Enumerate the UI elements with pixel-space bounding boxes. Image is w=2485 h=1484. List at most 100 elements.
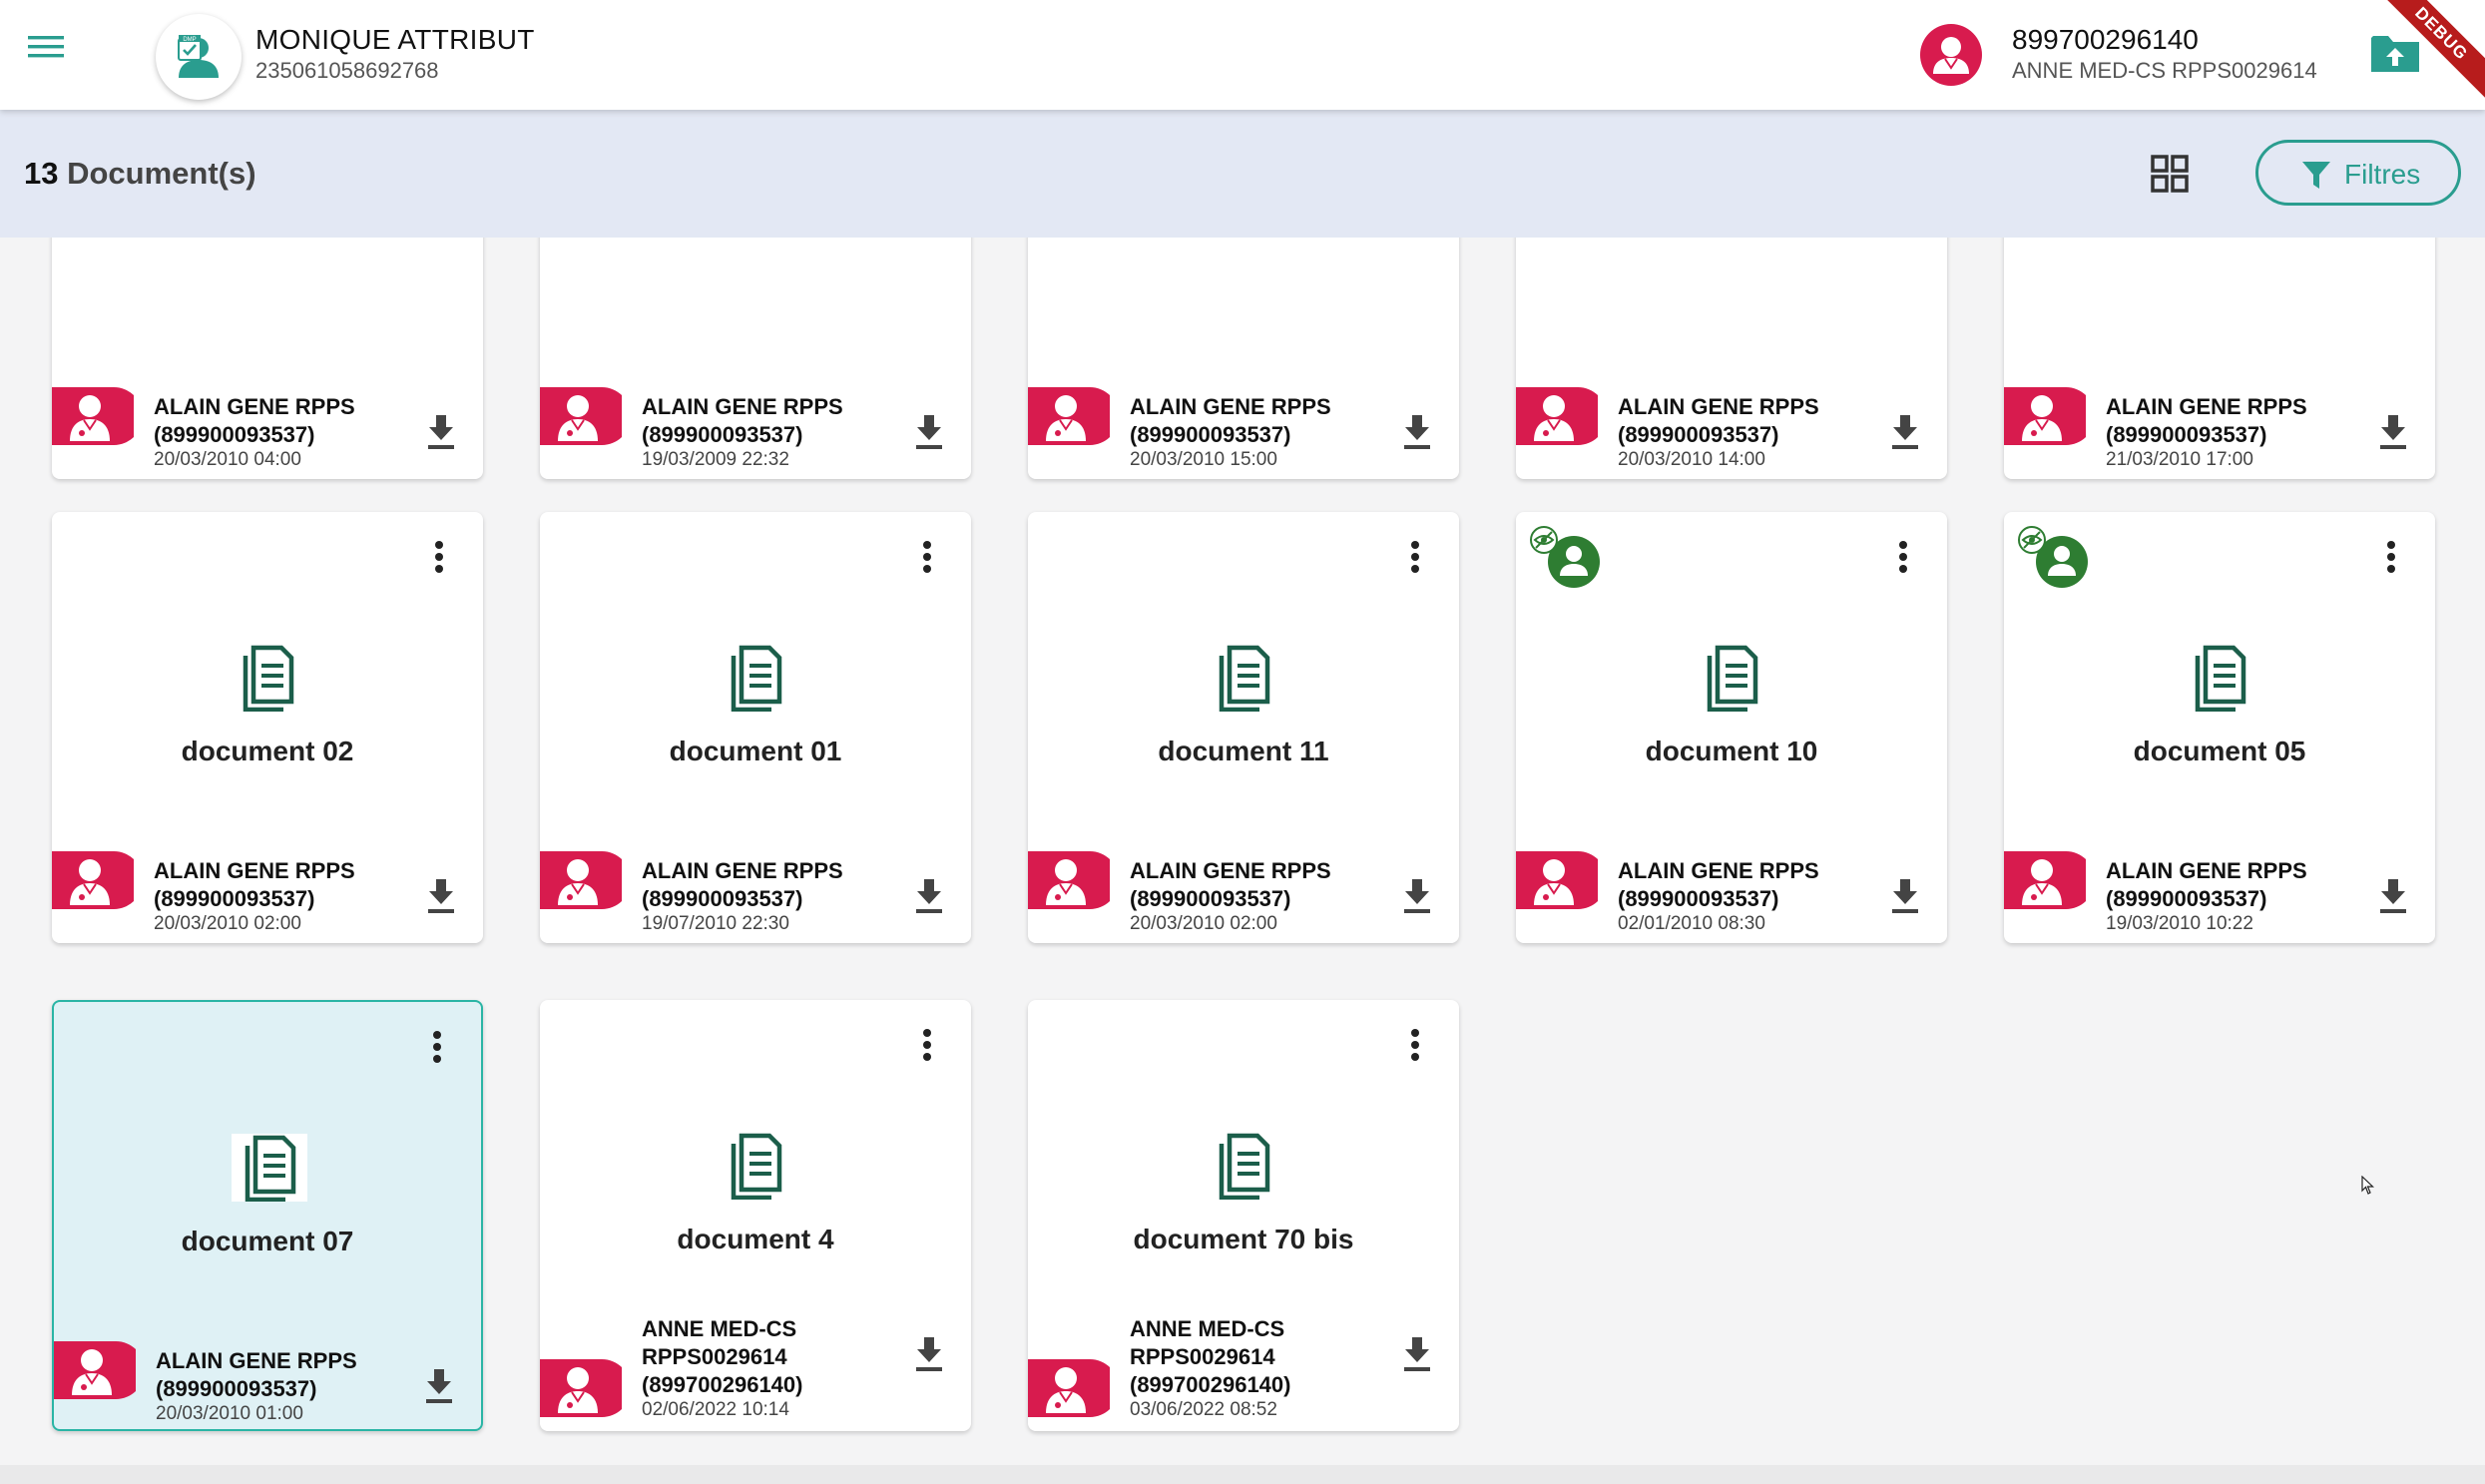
patient-id: 235061058692768 bbox=[255, 58, 439, 83]
download-icon[interactable] bbox=[913, 877, 945, 915]
scroll-area-bottom bbox=[0, 1465, 2485, 1484]
doctor-icon bbox=[2004, 387, 2095, 445]
more-options-icon[interactable] bbox=[915, 538, 939, 582]
author-line: (899900093537) bbox=[156, 1376, 317, 1401]
author-line: (899900093537) bbox=[1130, 886, 1291, 911]
doctor-icon bbox=[540, 851, 631, 909]
document-card[interactable]: document 10 ALAIN GENE RPPS (899900093537)… bbox=[1516, 512, 1947, 943]
document-card[interactable]: document 12ALAIN GENE RPPS(899900093537)… bbox=[52, 238, 483, 479]
doctor-icon bbox=[1516, 387, 1607, 445]
author-line: ALAIN GENE RPPS bbox=[2106, 858, 2307, 883]
author-line: (899700296140) bbox=[1130, 1372, 1291, 1397]
document-card[interactable]: document 24ALAIN GENE RPPS(899900093537)… bbox=[1028, 238, 1459, 479]
author-line: ALAIN GENE RPPS bbox=[154, 858, 355, 883]
author-line: ANNE MED-CS bbox=[1130, 1316, 1285, 1341]
download-icon[interactable] bbox=[2377, 413, 2409, 451]
patient-name: MONIQUE ATTRIBUT bbox=[255, 24, 535, 55]
more-options-icon[interactable] bbox=[1403, 538, 1427, 582]
download-icon[interactable] bbox=[1401, 413, 1433, 451]
masked-from-patient-icon bbox=[1530, 526, 1606, 590]
more-options-icon[interactable] bbox=[427, 538, 451, 582]
app-bar: DMP MONIQUE ATTRIBUT 235061058692768 899… bbox=[0, 0, 2485, 110]
document-card[interactable]: document 70ALAIN GENE RPPS(899900093537)… bbox=[1516, 238, 1947, 479]
document-title: document 02 bbox=[181, 736, 354, 766]
download-icon[interactable] bbox=[1889, 877, 1921, 915]
document-card[interactable]: document 01 ALAIN GENE RPPS (899900093537)… bbox=[540, 512, 971, 943]
menu-icon[interactable] bbox=[26, 30, 86, 82]
dmp-badge-icon: DMP bbox=[178, 35, 202, 61]
document-date: 20/03/2010 01:00 bbox=[156, 1403, 303, 1424]
document-card[interactable]: document 07 ALAIN GENE RPPS (899900093537)… bbox=[52, 1000, 483, 1431]
document-author: ALAIN GENE RPPS (899900093537) 20/03/2010 … bbox=[156, 1347, 357, 1425]
document-author: ALAIN GENE RPPS (899900093537) 19/03/2010 … bbox=[2106, 857, 2307, 935]
document-icon bbox=[1216, 644, 1271, 713]
author-line: RPPS0029614 bbox=[642, 1344, 787, 1369]
author-line: (899900093537) bbox=[2106, 886, 2267, 911]
document-card[interactable]: document 05 ALAIN GENE RPPS (899900093537)… bbox=[2004, 512, 2435, 943]
document-author: ALAIN GENE RPPS (899900093537) 20/03/2010 … bbox=[1130, 393, 1331, 471]
author-line: ALAIN GENE RPPS bbox=[1130, 858, 1331, 883]
document-icon bbox=[728, 1132, 783, 1201]
doctor-icon bbox=[2004, 851, 2095, 909]
author-line: (899900093537) bbox=[1130, 422, 1291, 447]
document-date: 20/03/2010 14:00 bbox=[1618, 449, 1765, 470]
professional-name: ANNE MED-CS RPPS0029614 bbox=[2012, 58, 2317, 83]
author-line: ALAIN GENE RPPS bbox=[154, 394, 355, 419]
author-line: (899900093537) bbox=[1618, 886, 1779, 911]
author-line: ALAIN GENE RPPS bbox=[1130, 394, 1331, 419]
grid-view-icon[interactable] bbox=[2150, 154, 2190, 194]
professional-avatar[interactable] bbox=[1920, 24, 1982, 86]
document-title: document 05 bbox=[2133, 736, 2306, 766]
doctor-icon bbox=[1028, 851, 1119, 909]
document-date: 20/03/2010 02:00 bbox=[154, 913, 301, 934]
more-options-icon[interactable] bbox=[425, 1028, 449, 1072]
document-date: 02/01/2010 08:30 bbox=[1618, 913, 1765, 934]
doctor-icon bbox=[540, 1359, 631, 1417]
download-icon[interactable] bbox=[425, 877, 457, 915]
doctor-icon bbox=[1028, 1359, 1119, 1417]
document-author: ALAIN GENE RPPS (899900093537) 02/01/2010 … bbox=[1618, 857, 1819, 935]
document-title: document 01 bbox=[669, 736, 842, 766]
document-card[interactable]: document 4 ANNE MED-CS RPPS0029614 (8997002… bbox=[540, 1000, 971, 1431]
document-card[interactable]: document 11 ALAIN GENE RPPS (899900093537)… bbox=[1028, 512, 1459, 943]
download-icon[interactable] bbox=[423, 1367, 455, 1405]
download-icon[interactable] bbox=[1889, 413, 1921, 451]
document-date: 03/06/2022 08:52 bbox=[1130, 1399, 1277, 1420]
document-title: document 10 bbox=[1645, 736, 1818, 766]
download-icon[interactable] bbox=[1401, 1335, 1433, 1373]
document-count-label: Document(s) bbox=[67, 156, 256, 191]
author-line: RPPS0029614 bbox=[1130, 1344, 1275, 1369]
document-date: 19/07/2010 22:30 bbox=[642, 913, 789, 934]
download-icon[interactable] bbox=[2377, 877, 2409, 915]
download-icon[interactable] bbox=[1401, 877, 1433, 915]
document-date: 21/03/2010 17:00 bbox=[2106, 449, 2253, 470]
upload-folder-icon[interactable] bbox=[2369, 32, 2421, 78]
patient-avatar[interactable]: DMP bbox=[156, 14, 242, 100]
author-line: (899700296140) bbox=[642, 1372, 803, 1397]
filter-label: Filtres bbox=[2344, 159, 2421, 190]
document-card[interactable]: document 02 ALAIN GENE RPPS (899900093537)… bbox=[52, 512, 483, 943]
document-icon bbox=[2192, 644, 2247, 713]
filter-button[interactable]: Filtres bbox=[2255, 140, 2461, 206]
documents-grid: document 12ALAIN GENE RPPS(899900093537)… bbox=[0, 238, 2485, 1484]
more-options-icon[interactable] bbox=[1891, 538, 1915, 582]
document-author: ALAIN GENE RPPS (899900093537) 19/03/2009 … bbox=[642, 393, 843, 471]
download-icon[interactable] bbox=[913, 413, 945, 451]
more-options-icon[interactable] bbox=[915, 1026, 939, 1070]
document-card[interactable]: document 14ALAIN GENE RPPS(899900093537)… bbox=[540, 238, 971, 479]
more-options-icon[interactable] bbox=[1403, 1026, 1427, 1070]
author-line: (899900093537) bbox=[154, 886, 315, 911]
document-date: 19/03/2009 22:32 bbox=[642, 449, 789, 470]
document-author: ALAIN GENE RPPS (899900093537) 20/03/2010 … bbox=[1130, 857, 1331, 935]
author-line: ALAIN GENE RPPS bbox=[642, 394, 843, 419]
document-count-value: 13 bbox=[24, 156, 59, 191]
download-icon[interactable] bbox=[913, 1335, 945, 1373]
document-icon bbox=[1704, 644, 1759, 713]
document-card[interactable]: document 70 bis ANNE MED-CS RPPS0029614 (89… bbox=[1028, 1000, 1459, 1431]
more-options-icon[interactable] bbox=[2379, 538, 2403, 582]
document-card[interactable]: document 08ALAIN GENE RPPS(899900093537)… bbox=[2004, 238, 2435, 479]
download-icon[interactable] bbox=[425, 413, 457, 451]
documents-toolbar: 13 Document(s) Filtres bbox=[0, 110, 2485, 238]
document-author: ANNE MED-CS RPPS0029614 (899700296140) 03/0… bbox=[1130, 1315, 1290, 1421]
author-line: ALAIN GENE RPPS bbox=[1618, 394, 1819, 419]
